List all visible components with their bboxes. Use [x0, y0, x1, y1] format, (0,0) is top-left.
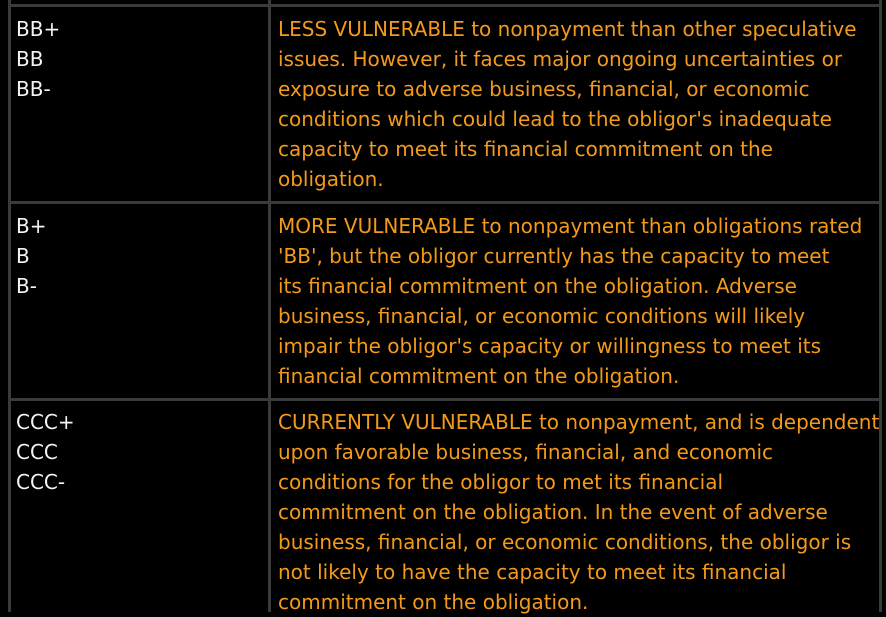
description-line: not likely to have the capacity to meet …: [278, 560, 787, 584]
grid-line-right: [879, 0, 882, 612]
rating-label: BB-: [16, 77, 51, 101]
description-line: business, financial, or economic conditi…: [278, 304, 806, 328]
rating-cell: BB+ BB BB-: [16, 14, 256, 104]
description-line: obligation.: [278, 167, 384, 191]
grid-line-left: [8, 0, 11, 612]
description-line: conditions which could lead to the oblig…: [278, 107, 832, 131]
description-line: impair the obligor's capacity or willing…: [278, 334, 822, 358]
rating-label: B+: [16, 214, 47, 238]
rating-table: BB+ BB BB- LESS VULNERABLE to nonpayment…: [0, 0, 886, 614]
rating-label: CCC-: [16, 470, 66, 494]
rating-cell: CCC+ CCC CCC-: [16, 407, 256, 497]
description-cell: LESS VULNERABLE to nonpayment than other…: [278, 14, 873, 194]
description-line: LESS VULNERABLE to nonpayment than other…: [278, 17, 857, 41]
description-line: financial commitment on the obligation.: [278, 364, 680, 388]
description-cell: CURRENTLY VULNERABLE to nonpayment, and …: [278, 407, 880, 617]
description-line: exposure to adverse business, financial,…: [278, 77, 810, 101]
description-line: CURRENTLY VULNERABLE to nonpayment, and …: [278, 410, 880, 434]
rating-label: B: [16, 244, 30, 268]
description-line: upon favorable business, financial, and …: [278, 440, 774, 464]
description-line: business, financial, or economic conditi…: [278, 530, 852, 554]
description-line: its financial commitment on the obligati…: [278, 274, 797, 298]
description-line: issues. However, it faces major ongoing …: [278, 47, 843, 71]
grid-line-middle: [268, 0, 271, 612]
rating-label: CCC+: [16, 410, 75, 434]
rating-cell: B+ B B-: [16, 211, 256, 301]
description-line: conditions for the obligor to met its fi…: [278, 470, 724, 494]
description-cell: MORE VULNERABLE to nonpayment than oblig…: [278, 211, 873, 391]
description-line: commitment on the obligation. In the eve…: [278, 500, 828, 524]
rating-label: BB+: [16, 17, 61, 41]
description-line: capacity to meet its financial commitmen…: [278, 137, 773, 161]
rating-label: BB: [16, 47, 44, 71]
description-line: MORE VULNERABLE to nonpayment than oblig…: [278, 214, 863, 238]
rating-label: CCC: [16, 440, 58, 464]
rating-label: B-: [16, 274, 37, 298]
description-line: commitment on the obligation.: [278, 590, 589, 614]
description-line: 'BB', but the obligor currently has the …: [278, 244, 830, 268]
